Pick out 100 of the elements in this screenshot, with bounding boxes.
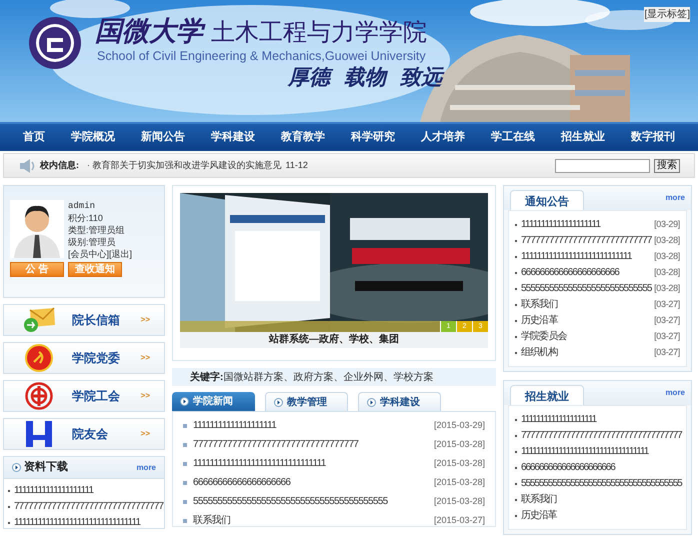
search-button[interactable]: 搜索 [654, 158, 680, 172]
nav-item[interactable]: 学院概况 [71, 129, 115, 146]
notice-title[interactable]: 组织机构 [521, 347, 654, 358]
download-item[interactable]: 11111111111111111111111111111111 [14, 517, 140, 528]
recruit-item[interactable]: 联系我们 [521, 494, 557, 505]
quick-link[interactable]: 学院党委 >> [3, 342, 165, 374]
play-icon [180, 397, 189, 406]
nav-item[interactable]: 学科建设 [211, 129, 255, 146]
chevron-text: >> [140, 314, 150, 326]
emblem-icon [25, 344, 53, 372]
logo-icon [28, 16, 82, 70]
motto-text: 致远 [400, 66, 442, 87]
notice-title[interactable]: 666666666666666666666 [521, 267, 654, 278]
download-item[interactable]: 11111111111111111111 [14, 485, 94, 496]
recruit-item[interactable]: 历史沿革 [521, 510, 557, 521]
notice-date: [03-28] [654, 251, 680, 262]
notice-title[interactable]: 1111111111111111111111111111 [521, 251, 654, 262]
speaker-icon [18, 158, 36, 174]
notice-date: [03-27] [654, 299, 680, 310]
recruit-item[interactable]: 1111111111111111111111111111111111 [521, 446, 648, 457]
panel-title: 资料下载 [24, 460, 68, 476]
news-title[interactable]: 11111111111111111111 [193, 420, 434, 431]
handshake-icon [24, 419, 54, 449]
recruit-item[interactable]: 555555555555555555555555555555555555 [521, 478, 682, 489]
quick-link-label: 院友会 [72, 426, 109, 443]
keywords-text: 国微站群方案、政府方案、企业外网、学校方案 [223, 370, 434, 384]
type-text: 类型:管理员组 [68, 224, 126, 236]
notice-date: [03-27] [654, 347, 680, 358]
news-title[interactable]: 5555555555555555555555555555555555555555 [193, 496, 434, 507]
bullet-icon [183, 462, 187, 466]
english-name: School of Civil Engineering & Mechanics,Guowei University [97, 50, 426, 62]
play-icon [274, 398, 283, 406]
tab[interactable]: 学科建设 [358, 392, 441, 411]
chevron-text: >> [140, 390, 150, 402]
notice-title[interactable]: 学院委员会 [521, 331, 654, 342]
notice-title[interactable]: 联系我们 [521, 299, 654, 310]
member-link[interactable]: [退出] [109, 248, 132, 260]
university-name: 国微大学 [95, 18, 203, 45]
news-date: [2015-03-28] [434, 439, 485, 450]
news-date: [2015-03-28] [434, 477, 485, 488]
quick-link-label: 学院党委 [72, 350, 121, 367]
info-item[interactable]: · 教育部关于切实加强和改进学风建设的实施意见 [87, 158, 282, 172]
chevron-text: >> [140, 428, 150, 440]
envelope-icon [22, 307, 56, 333]
quick-link-label: 学院工会 [72, 388, 121, 405]
bullet-icon [183, 424, 187, 428]
recruit-item[interactable]: 666666666666666666666 [521, 462, 615, 473]
notice-date: [03-28] [654, 235, 680, 246]
bullet-icon [183, 480, 187, 484]
download-item[interactable]: 77777777777777777777777777777777 [14, 501, 164, 512]
nav-item[interactable]: 数字报刊 [631, 129, 675, 146]
bullet-icon [183, 500, 187, 504]
news-title[interactable]: 联系我们 [193, 515, 434, 526]
tab[interactable]: 教学管理 [265, 392, 348, 411]
nav-item[interactable]: 招生就业 [561, 129, 605, 146]
news-title[interactable]: 7777777777777777777777777777777777 [193, 439, 434, 450]
member-link[interactable]: [会员中心] [68, 248, 110, 260]
username: admin [68, 200, 96, 212]
notice-title[interactable]: 11111111111111111111 [521, 219, 654, 230]
quick-link[interactable]: 院长信箱 >> [3, 304, 165, 336]
news-title[interactable]: 66666666666666666666 [193, 477, 434, 488]
points-text: 积分:110 [68, 212, 104, 224]
quick-link[interactable]: 学院工会 >> [3, 380, 165, 412]
news-date: [2015-03-28] [434, 458, 485, 469]
notice-date: [03-29] [654, 219, 680, 230]
nav-item[interactable]: 学工在线 [491, 129, 535, 146]
nav-item[interactable]: 首页 [23, 129, 45, 146]
avatar-icon [10, 200, 64, 258]
more-link[interactable]: more [136, 462, 156, 474]
search-field[interactable] [555, 158, 650, 172]
keywords-label: 关键字: [190, 370, 224, 384]
notice-date: [03-28] [654, 283, 680, 294]
info-label: 校内信息: [40, 158, 79, 172]
bullet-icon [183, 442, 187, 446]
quick-link[interactable]: 院友会 >> [3, 418, 165, 450]
news-date: [2015-03-27] [434, 515, 485, 526]
chevron-text: >> [140, 352, 150, 364]
notice-title[interactable]: 5555555555555555555555555555 [521, 283, 654, 294]
nav-item[interactable]: 新闻公告 [141, 129, 185, 146]
notice-title[interactable]: 7777777777777777777777777777 [521, 235, 654, 246]
quick-link-label: 院长信箱 [72, 312, 121, 329]
recruit-item[interactable]: 11111111111111111111 [521, 414, 596, 425]
tab[interactable]: 学院新闻 [172, 392, 255, 411]
recruit-item[interactable]: 777777777777777777777777777777777777 [521, 430, 682, 441]
notice-title[interactable]: 历史沿革 [521, 315, 654, 326]
news-title[interactable]: 11111111111111111111111111111111 [193, 458, 434, 469]
level-text: 级别:管理员 [68, 236, 117, 248]
show-tags-link[interactable]: [显示标签] [644, 7, 690, 22]
bullet-icon [183, 518, 187, 522]
motto-text: 载物 [344, 66, 386, 87]
nav-item[interactable]: 人才培养 [421, 129, 465, 146]
notice-date: [03-27] [654, 315, 680, 326]
more-link[interactable]: more [665, 192, 685, 204]
emblem-icon [25, 382, 53, 410]
info-date: 11-12 [286, 158, 308, 172]
nav-item[interactable]: 教育教学 [281, 129, 325, 146]
notice-date: [03-27] [654, 331, 680, 342]
more-link[interactable]: more [665, 387, 685, 399]
nav-item[interactable]: 科学研究 [351, 129, 395, 146]
news-date: [2015-03-29] [434, 420, 485, 431]
